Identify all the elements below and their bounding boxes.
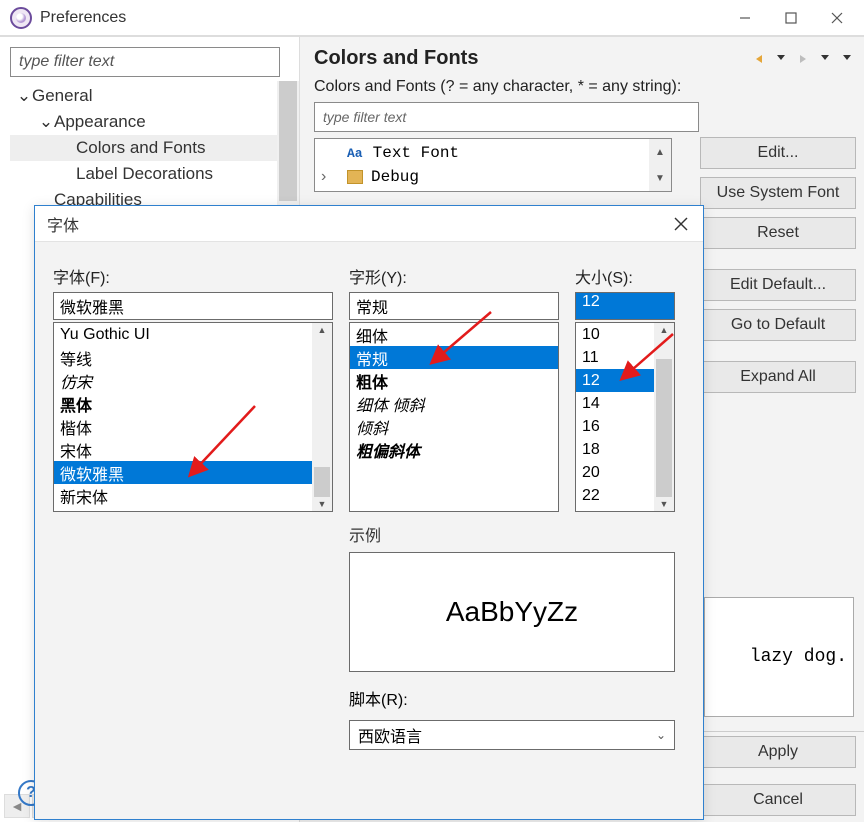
chevron-down-icon: ⌄ xyxy=(38,112,54,132)
sample-label: 示例 xyxy=(349,522,675,546)
tree-label: Colors and Fonts xyxy=(76,138,205,158)
font-list-scrollbar[interactable]: ▲▼ xyxy=(312,323,332,511)
view-menu-button[interactable] xyxy=(838,51,856,67)
close-button[interactable] xyxy=(814,3,860,33)
tree-label: Label Decorations xyxy=(76,164,213,184)
font-family-input[interactable] xyxy=(53,292,333,320)
scroll-down-icon[interactable]: ▼ xyxy=(312,497,332,511)
scroll-down-icon[interactable]: ▼ xyxy=(649,165,671,191)
folder-icon xyxy=(347,170,363,184)
tree-item-appearance[interactable]: ⌄Appearance xyxy=(10,109,299,135)
list-item[interactable]: 细体 xyxy=(350,323,558,346)
reset-button[interactable]: Reset xyxy=(700,217,856,249)
app-icon xyxy=(10,7,32,29)
dropdown-icon[interactable] xyxy=(816,51,834,67)
list-item[interactable]: 常规 xyxy=(350,346,558,369)
font-tree-scrollbar[interactable]: ▲▼ xyxy=(649,139,671,191)
list-item[interactable]: 粗偏斜体 xyxy=(350,438,558,461)
list-item[interactable]: 粗体 xyxy=(350,369,558,392)
font-style-list[interactable]: 细体常规粗体细体 倾斜倾斜粗偏斜体 xyxy=(349,322,559,512)
dialog-title: 字体 xyxy=(47,212,79,236)
colors-fonts-filter-input[interactable]: type filter text xyxy=(314,102,699,132)
list-item[interactable]: Yu Gothic UI xyxy=(54,323,332,346)
font-tree-item[interactable]: Debug xyxy=(371,168,419,186)
tree-item-label-decorations[interactable]: Label Decorations xyxy=(10,161,299,187)
scroll-up-icon[interactable]: ▲ xyxy=(654,323,674,337)
expand-icon[interactable]: › xyxy=(321,168,326,186)
size-list-scrollbar[interactable]: ▲▼ xyxy=(654,323,674,511)
list-item[interactable]: 等线 xyxy=(54,346,332,369)
use-system-font-button[interactable]: Use System Font xyxy=(700,177,856,209)
nav-forward-button[interactable] xyxy=(794,51,812,67)
list-item[interactable]: 微软雅黑 xyxy=(54,461,332,484)
dialog-close-button[interactable] xyxy=(671,214,691,234)
list-item[interactable]: 仿宋 xyxy=(54,369,332,392)
scroll-up-icon[interactable]: ▲ xyxy=(649,139,671,165)
font-size-input[interactable]: 12 xyxy=(575,292,675,320)
list-item[interactable]: 宋体 xyxy=(54,438,332,461)
font-style-input[interactable] xyxy=(349,292,559,320)
maximize-button[interactable] xyxy=(768,3,814,33)
expand-all-button[interactable]: Expand All xyxy=(700,361,856,393)
scroll-down-icon[interactable]: ▼ xyxy=(654,497,674,511)
list-item[interactable]: 细体 倾斜 xyxy=(350,392,558,415)
tree-label: Appearance xyxy=(54,112,146,132)
font-tree[interactable]: Aa Text Font › Debug ▲▼ xyxy=(314,138,672,192)
font-chooser-dialog: 字体 字体(F): Yu Gothic UI等线仿宋黑体楷体宋体微软雅黑新宋体▲… xyxy=(34,205,704,820)
page-title: Colors and Fonts xyxy=(314,47,478,70)
tree-item-general[interactable]: ⌄General xyxy=(10,83,299,109)
font-size-list[interactable]: 1011121416182022▲▼ xyxy=(575,322,675,512)
font-size-label: 大小(S): xyxy=(575,264,675,288)
script-label: 脚本(R): xyxy=(349,686,675,710)
script-value: 西欧语言 xyxy=(358,723,422,747)
scroll-up-icon[interactable]: ▲ xyxy=(312,323,332,337)
font-tree-item[interactable]: Text Font xyxy=(373,144,459,162)
dropdown-icon[interactable] xyxy=(772,51,790,67)
font-preview: lazy dog. xyxy=(704,597,854,717)
tree-label: General xyxy=(32,86,92,106)
nav-back-button[interactable] xyxy=(750,51,768,67)
apply-button[interactable]: Apply xyxy=(700,736,856,768)
filter-hint: Colors and Fonts (? = any character, * =… xyxy=(314,78,856,96)
edit-button[interactable]: Edit... xyxy=(700,137,856,169)
minimize-button[interactable] xyxy=(722,3,768,33)
font-style-label: 字形(Y): xyxy=(349,264,559,288)
list-item[interactable]: 新宋体 xyxy=(54,484,332,507)
tree-filter-input[interactable]: type filter text xyxy=(10,47,280,77)
list-item[interactable]: 楷体 xyxy=(54,415,332,438)
go-to-default-button[interactable]: Go to Default xyxy=(700,309,856,341)
window-title: Preferences xyxy=(40,9,126,27)
sample-preview: AaBbYyZz xyxy=(349,552,675,672)
chevron-down-icon: ⌄ xyxy=(656,728,666,742)
font-family-list[interactable]: Yu Gothic UI等线仿宋黑体楷体宋体微软雅黑新宋体▲▼ xyxy=(53,322,333,512)
font-icon: Aa xyxy=(347,146,363,161)
script-select[interactable]: 西欧语言 ⌄ xyxy=(349,720,675,750)
tree-item-colors-fonts[interactable]: Colors and Fonts xyxy=(10,135,299,161)
cancel-button[interactable]: Cancel xyxy=(700,784,856,816)
chevron-down-icon: ⌄ xyxy=(16,86,32,106)
font-family-label: 字体(F): xyxy=(53,264,333,288)
list-item[interactable]: 倾斜 xyxy=(350,415,558,438)
edit-default-button[interactable]: Edit Default... xyxy=(700,269,856,301)
list-item[interactable]: 黑体 xyxy=(54,392,332,415)
